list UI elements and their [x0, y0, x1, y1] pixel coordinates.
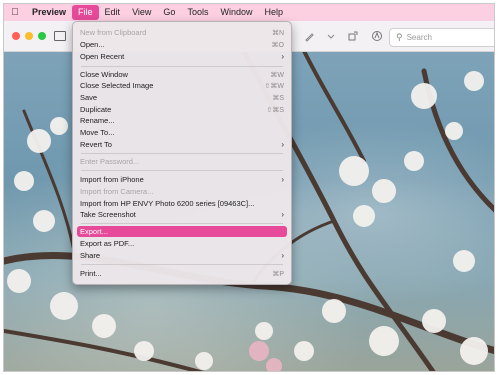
menu-item-label: Take Screenshot [80, 210, 136, 219]
menu-item-label: Import from iPhone [80, 175, 144, 184]
menu-view[interactable]: View [126, 4, 157, 21]
menu-item-enter-password: Enter Password... [77, 156, 287, 167]
search-placeholder: Search [406, 33, 432, 42]
menu-item-revert-to[interactable]: Revert To › [77, 139, 287, 150]
menu-item-label: Open... [80, 40, 105, 49]
menu-item-import-from-iphone[interactable]: Import from iPhone › [77, 174, 287, 185]
menu-item-close-selected-image[interactable]: Close Selected Image ⇧⌘W [77, 80, 287, 91]
menu-item-duplicate[interactable]: Duplicate ⇧⌘S [77, 104, 287, 115]
menu-item-new-from-clipboard: New from Clipboard ⌘N [77, 27, 287, 38]
markup-icon[interactable] [371, 30, 383, 42]
menu-item-label: Close Window [80, 70, 128, 79]
menu-separator [81, 223, 283, 224]
menu-item-label: Export... [80, 227, 108, 236]
chevron-down-icon[interactable] [327, 32, 335, 40]
menu-item-shortcut: ⌘P [272, 270, 284, 278]
apple-icon[interactable]:  [4, 7, 26, 18]
menu-item-print[interactable]: Print... ⌘P [77, 268, 287, 279]
menu-item-take-screenshot[interactable]: Take Screenshot › [77, 209, 287, 220]
menu-item-label: Close Selected Image [80, 81, 154, 90]
menu-item-label: Revert To [80, 140, 112, 149]
menu-item-open-recent[interactable]: Open Recent › [77, 51, 287, 62]
chevron-right-icon: › [281, 210, 284, 219]
menu-separator [81, 66, 283, 67]
menu-edit[interactable]: Edit [99, 4, 127, 21]
menu-item-shortcut: ⇧⌘S [266, 106, 284, 114]
chevron-right-icon: › [281, 52, 284, 61]
menu-item-label: New from Clipboard [80, 28, 147, 37]
chevron-right-icon: › [281, 175, 284, 184]
search-field[interactable]: ⚲ Search [389, 28, 494, 47]
menu-separator [81, 153, 283, 154]
menu-item-label: Open Recent [80, 52, 125, 61]
markup-pen-icon[interactable] [304, 31, 315, 42]
traffic-lights [12, 32, 46, 40]
menu-item-share[interactable]: Share › [77, 250, 287, 261]
menu-item-label: Enter Password... [80, 157, 140, 166]
menu-item-label: Duplicate [80, 105, 112, 114]
zoom-window-button[interactable] [38, 32, 46, 40]
menu-item-open[interactable]: Open... ⌘O [77, 39, 287, 50]
menu-item-label: Move To... [80, 128, 115, 137]
toolbar-tools [304, 21, 383, 51]
menu-item-import-from-camera: Import from Camera... [77, 186, 287, 197]
file-menu: New from Clipboard ⌘N Open... ⌘O Open Re… [72, 21, 292, 285]
menu-item-label: Share [80, 251, 101, 260]
close-window-button[interactable] [12, 32, 20, 40]
menu-item-close-window[interactable]: Close Window ⌘W [77, 69, 287, 80]
chevron-right-icon: › [281, 140, 284, 149]
search-icon: ⚲ [396, 32, 403, 42]
menu-item-export[interactable]: Export... [77, 226, 287, 237]
menu-item-label: Rename... [80, 116, 115, 125]
menu-item-label: Save [80, 93, 98, 102]
menu-item-import-from-hp[interactable]: Import from HP ENVY Photo 6200 series [0… [77, 198, 287, 209]
menu-separator [81, 170, 283, 171]
menu-separator [81, 264, 283, 265]
menu-item-label: Export as PDF... [80, 239, 135, 248]
menu-file[interactable]: File [72, 5, 99, 20]
menu-item-shortcut: ⌘O [271, 41, 284, 49]
rotate-icon[interactable] [347, 30, 359, 42]
menu-tools[interactable]: Tools [181, 4, 214, 21]
menu-item-shortcut: ⌘S [272, 94, 284, 102]
menu-item-save[interactable]: Save ⌘S [77, 92, 287, 103]
menu-item-move-to[interactable]: Move To... [77, 127, 287, 138]
chevron-right-icon: › [281, 251, 284, 260]
minimize-window-button[interactable] [25, 32, 33, 40]
menu-item-rename[interactable]: Rename... [77, 115, 287, 126]
menu-go[interactable]: Go [157, 4, 181, 21]
preview-window:  Preview File Edit View Go Tools Window… [3, 3, 495, 372]
menu-help[interactable]: Help [258, 4, 289, 21]
sidebar-toggle-icon[interactable] [54, 31, 66, 41]
menu-window[interactable]: Window [214, 4, 258, 21]
menu-bar:  Preview File Edit View Go Tools Window… [4, 4, 494, 21]
menu-item-label: Import from Camera... [80, 187, 154, 196]
menu-item-export-as-pdf[interactable]: Export as PDF... [77, 238, 287, 249]
menu-item-label: Import from HP ENVY Photo 6200 series [0… [80, 199, 255, 208]
menu-item-shortcut: ⇧⌘W [264, 82, 284, 90]
menu-preview[interactable]: Preview [26, 4, 72, 21]
menu-item-label: Print... [80, 269, 102, 278]
menu-item-shortcut: ⌘N [271, 29, 284, 37]
menu-item-shortcut: ⌘W [270, 71, 284, 79]
